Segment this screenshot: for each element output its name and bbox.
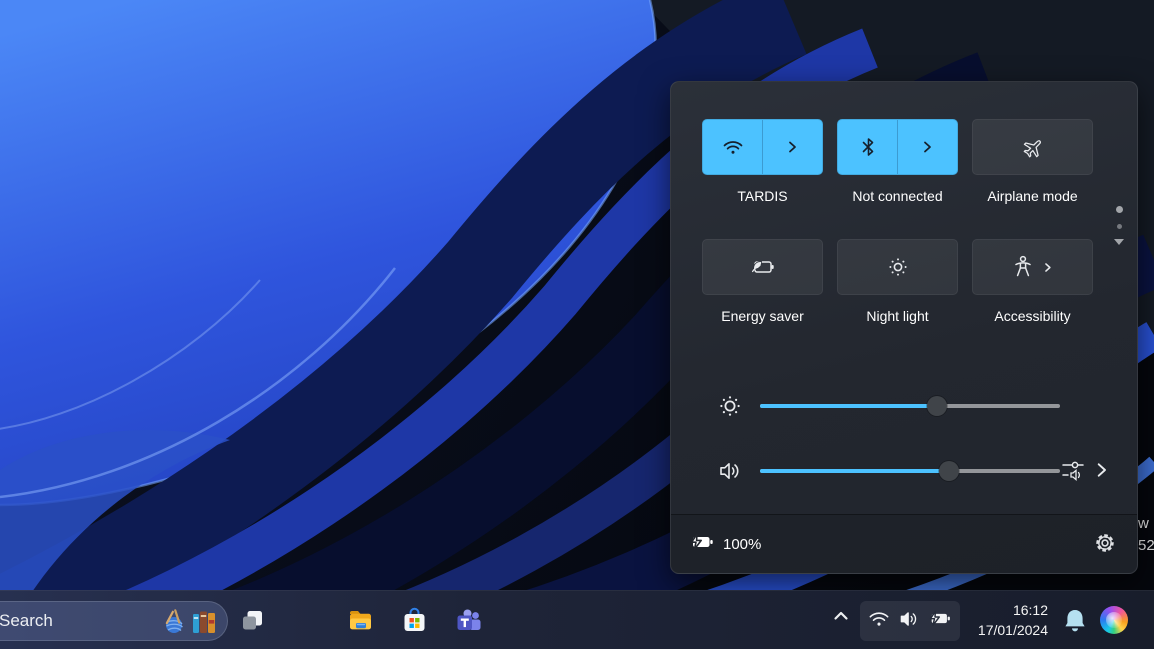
quick-settings-footer: 100% [671,514,1137,573]
microsoft-teams-button[interactable] [455,607,482,634]
volume-slider-fill [760,469,949,473]
copilot-button[interactable] [1100,606,1128,634]
brightness-icon [716,392,744,420]
clock-date: 17/01/2024 [978,620,1048,640]
bluetooth-tile-label: Not connected [837,187,958,205]
bluetooth-tile[interactable] [837,119,958,175]
wifi-icon [868,609,890,634]
night-light-icon [886,255,910,279]
wifi-expand-chevron-button[interactable] [763,120,822,174]
gear-icon [1094,542,1116,557]
airplane-icon [1020,134,1046,160]
page-indicator [1112,206,1126,245]
brightness-slider[interactable] [760,404,1060,408]
battery-charging-icon [689,532,715,557]
chevron-right-icon [1042,262,1053,273]
expand-page-arrow-icon[interactable] [1114,239,1124,245]
brightness-row [671,388,1137,424]
taskbar: Search [0,590,1154,649]
task-view-button[interactable] [239,607,266,634]
taskbar-clock[interactable]: 16:12 17/01/2024 [978,600,1048,640]
desktop-screen: w 52 [0,0,1154,649]
battery-status[interactable]: 100% [689,532,761,557]
volume-row [671,453,1137,489]
chevron-right-icon [785,140,799,154]
microsoft-store-button[interactable] [401,607,428,634]
speaker-icon [716,457,744,485]
energy-saver-tile[interactable] [702,239,823,295]
chevron-right-icon [920,140,934,154]
edge-fragment-line2: 52 [1138,535,1154,557]
wifi-tile[interactable] [702,119,823,175]
books-icon [191,608,217,641]
volume-slider-thumb[interactable] [939,461,959,481]
bluetooth-icon [856,135,880,159]
taskbar-app-icons [239,607,482,634]
notification-bell-icon [1062,622,1088,639]
yarn-icon [161,608,189,641]
edge-fragment-line1: w [1138,513,1154,535]
accessibility-tile-label: Accessibility [972,307,1093,325]
night-light-tile[interactable] [837,239,958,295]
wifi-toggle-button[interactable] [703,120,762,174]
volume-slider[interactable] [760,469,1060,473]
brightness-slider-thumb[interactable] [927,396,947,416]
volume-expand-chevron-icon[interactable] [1093,462,1109,483]
accessibility-icon [1012,255,1034,279]
accessibility-tile[interactable] [972,239,1093,295]
page-dot[interactable] [1117,224,1122,229]
settings-gear-button[interactable] [1094,532,1116,557]
bluetooth-expand-chevron-button[interactable] [898,120,957,174]
system-tray-group[interactable] [860,601,960,641]
wifi-icon [721,135,745,159]
notification-bell-button[interactable] [1062,607,1088,635]
show-hidden-icons-button[interactable] [832,609,850,627]
battery-charging-icon [928,609,952,633]
wifi-tile-label: TARDIS [702,187,823,205]
screen-edge-text-fragment: w 52 [1138,513,1154,557]
search-box[interactable]: Search [0,601,228,641]
search-placeholder: Search [0,611,53,631]
search-highlight-icons [161,608,217,641]
volume-icon [898,608,920,635]
microsoft-edge-button[interactable] [293,607,320,634]
audio-output-mixer-icon[interactable] [1061,457,1085,488]
airplane-mode-tile[interactable] [972,119,1093,175]
file-explorer-button[interactable] [347,607,374,634]
quick-settings-tiles: TARDIS [702,119,1093,325]
page-dot-current[interactable] [1116,206,1123,213]
battery-percent-label: 100% [723,536,761,553]
chevron-up-icon [833,609,849,627]
energy-saver-tile-label: Energy saver [702,307,823,325]
bluetooth-toggle-button[interactable] [838,120,897,174]
brightness-slider-fill [760,404,937,408]
energy-saver-icon [749,256,777,278]
quick-settings-panel: TARDIS [670,81,1138,574]
airplane-mode-tile-label: Airplane mode [972,187,1093,205]
night-light-tile-label: Night light [837,307,958,325]
clock-time: 16:12 [978,600,1048,620]
